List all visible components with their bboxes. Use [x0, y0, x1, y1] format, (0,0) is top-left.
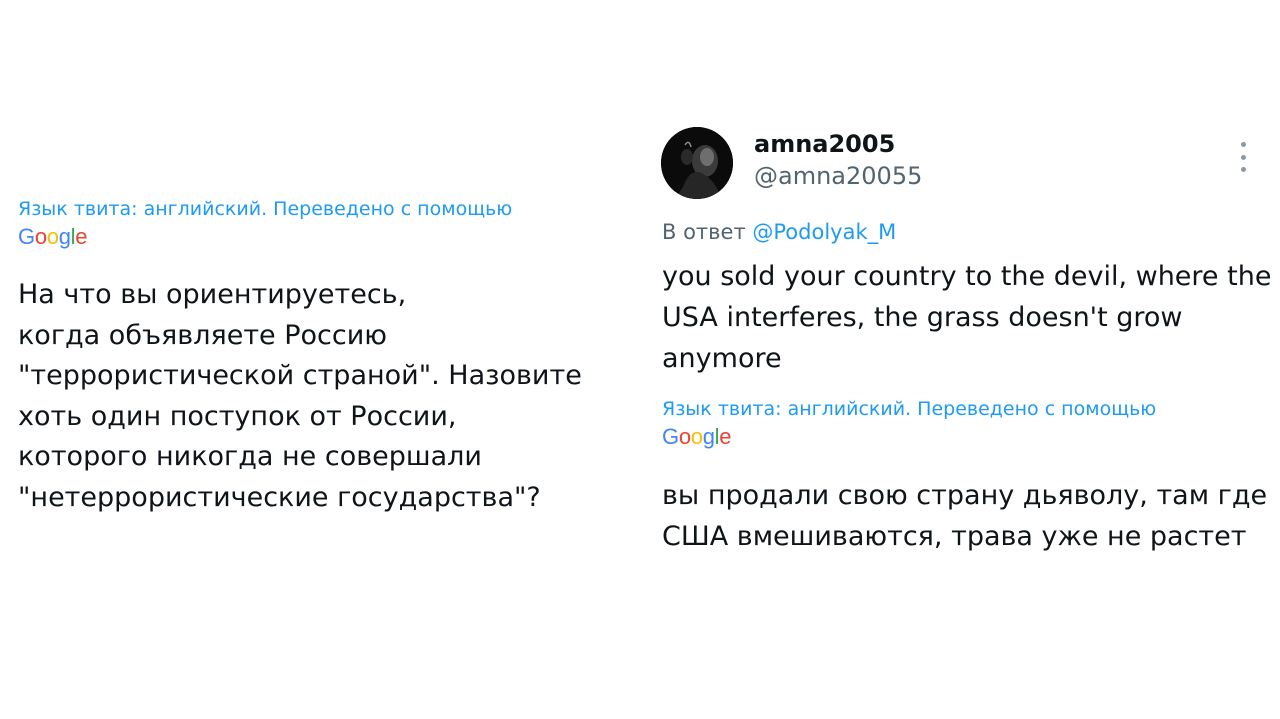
- translation-note: Язык твита: английский. Переведено с пом…: [662, 398, 1157, 420]
- menu-dot: [1240, 142, 1246, 147]
- menu-dot: [1240, 167, 1246, 172]
- translation-note: Язык твита: английский. Переведено с пом…: [18, 198, 513, 220]
- avatar-photo-icon: [661, 127, 733, 199]
- translated-tweet-text: вы продали свою страну дьяволу, там где …: [662, 480, 1268, 552]
- display-name[interactable]: amna2005: [754, 130, 895, 158]
- translated-tweet-text: На что вы ориентируетесь, когда объявляе…: [18, 279, 582, 513]
- user-handle[interactable]: @amna20055: [754, 162, 922, 190]
- reply-mention-link[interactable]: @Podolyak_M: [752, 220, 896, 244]
- reply-prefix: В ответ: [662, 220, 746, 244]
- google-logo[interactable]: Google: [662, 425, 731, 449]
- reply-context: В ответ @Podolyak_M: [662, 219, 896, 245]
- google-logo[interactable]: Google: [18, 225, 87, 249]
- more-vertical-icon[interactable]: [1234, 142, 1252, 172]
- tweet-text: you sold your country to the devil, wher…: [662, 261, 1272, 374]
- menu-dot: [1240, 154, 1246, 160]
- avatar[interactable]: [661, 127, 733, 199]
